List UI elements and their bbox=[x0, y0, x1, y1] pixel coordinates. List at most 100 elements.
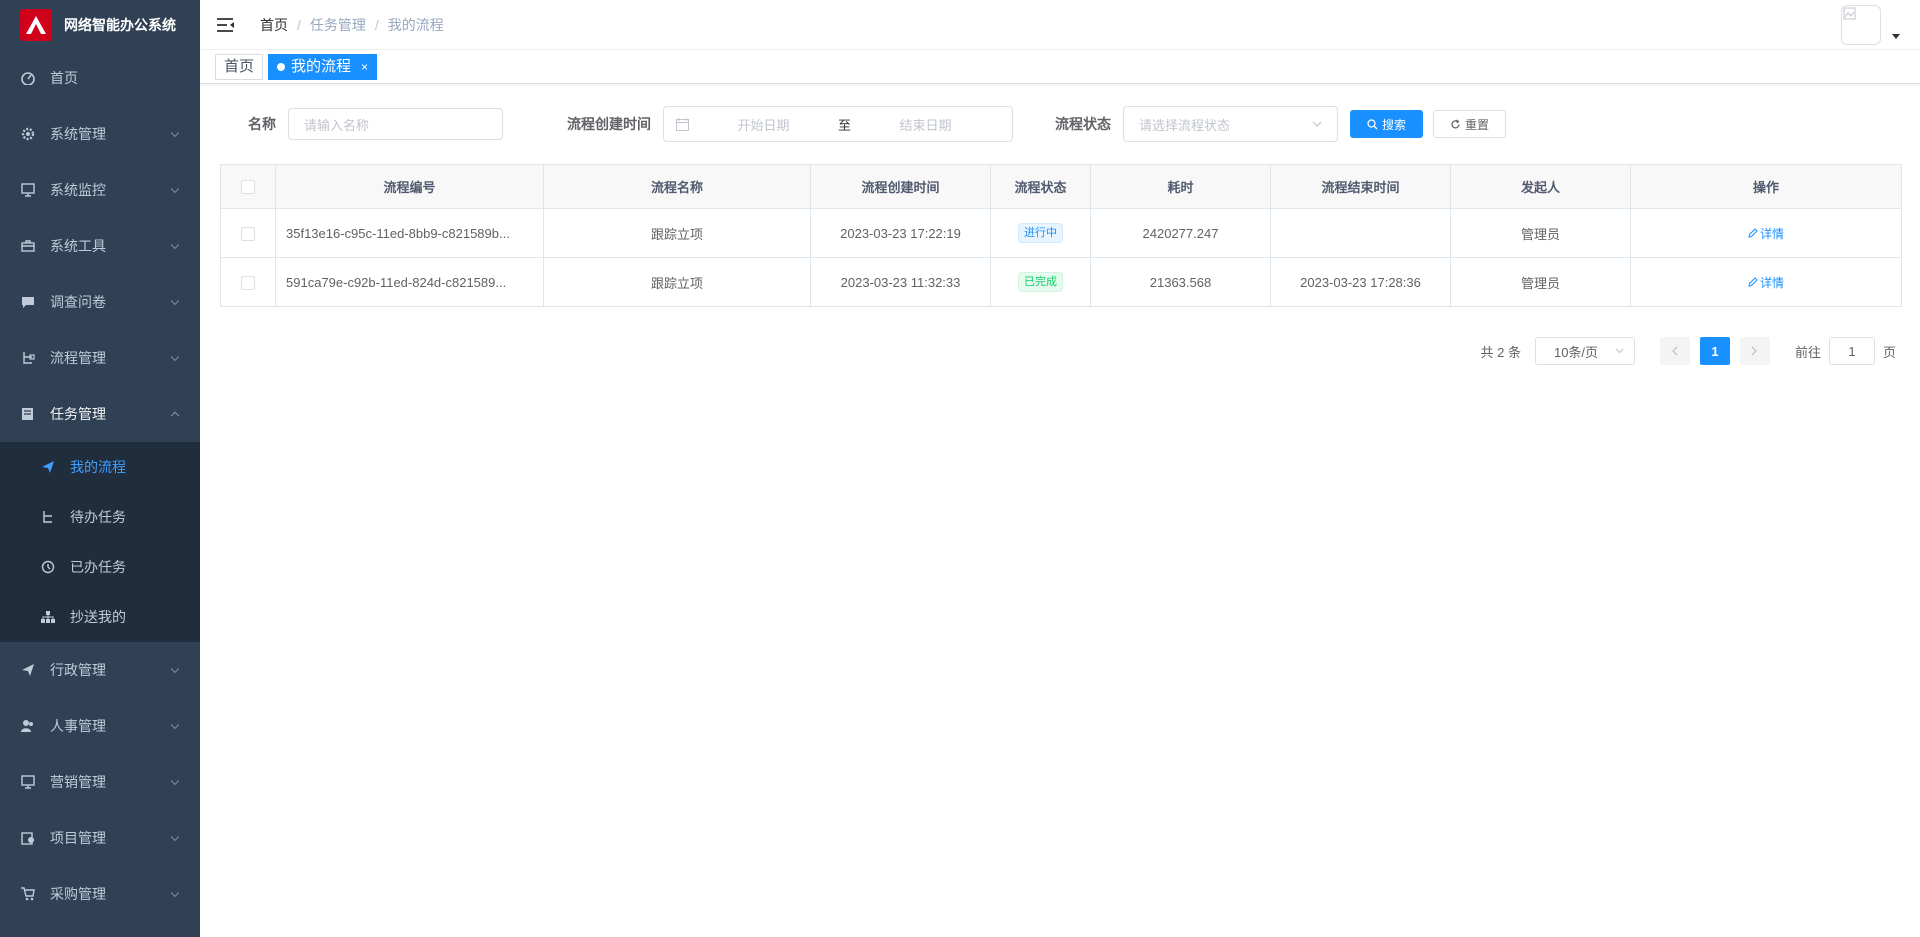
range-separator: 至 bbox=[837, 117, 851, 133]
sidebar: 网络智能办公系统 首页 系统管理 系统监控 系统工具 调查问卷 流程管理 任务管… bbox=[0, 0, 200, 937]
detail-button[interactable]: 详情 bbox=[1748, 225, 1784, 242]
reset-button[interactable]: 重置 bbox=[1433, 110, 1506, 138]
sidebar-item-label: 首页 bbox=[50, 70, 78, 86]
action-cell: 详情 bbox=[1630, 257, 1902, 307]
sidebar-item-label: 任务管理 bbox=[50, 406, 106, 422]
chevron-down-icon bbox=[170, 720, 180, 730]
date-range-picker[interactable]: 开始日期 至 结束日期 bbox=[663, 106, 1013, 142]
sidebar-item-todo-tasks[interactable]: 待办任务 bbox=[0, 492, 200, 542]
row-checkbox[interactable] bbox=[241, 226, 255, 241]
chevron-right-icon bbox=[1752, 346, 1758, 356]
search-button-label: 搜索 bbox=[1381, 117, 1406, 132]
goto-page-input[interactable]: 1 bbox=[1828, 337, 1875, 365]
tag-my-process[interactable]: 我的流程 × bbox=[268, 53, 378, 80]
detail-button-label: 详情 bbox=[1759, 275, 1784, 290]
chevron-left-icon bbox=[1672, 346, 1678, 356]
toolbox-icon bbox=[20, 238, 36, 254]
sidebar-item-system-monitor[interactable]: 系统监控 bbox=[0, 162, 200, 218]
app-logo-icon bbox=[20, 9, 52, 41]
status-cell: 进行中 bbox=[990, 208, 1091, 258]
row-checkbox-cell[interactable] bbox=[220, 257, 276, 307]
tree-icon bbox=[20, 350, 36, 366]
sidebar-item-system-tools[interactable]: 系统工具 bbox=[0, 218, 200, 274]
name-placeholder: 请输入名称 bbox=[304, 117, 370, 133]
hamburger-icon[interactable] bbox=[217, 17, 235, 33]
breadcrumb: 首页 / 任务管理 / 我的流程 bbox=[260, 15, 444, 35]
date-label: 流程创建时间 bbox=[567, 116, 651, 132]
people-icon bbox=[20, 718, 36, 734]
sidebar-item-purchase-management[interactable]: 采购管理 bbox=[0, 866, 200, 922]
name-input[interactable]: 请输入名称 bbox=[288, 108, 503, 140]
prev-page-button[interactable] bbox=[1659, 337, 1690, 365]
sidebar-item-home[interactable]: 首页 bbox=[0, 50, 200, 106]
select-all-checkbox[interactable] bbox=[241, 180, 255, 195]
status-select[interactable]: 请选择流程状态 bbox=[1123, 106, 1338, 142]
column-header: 操作 bbox=[1630, 164, 1902, 209]
sidebar-item-system-management[interactable]: 系统管理 bbox=[0, 106, 200, 162]
end-date-placeholder[interactable]: 结束日期 bbox=[851, 115, 1000, 134]
sidebar-item-label: 系统管理 bbox=[50, 126, 106, 142]
sidebar-item-label: 项目管理 bbox=[50, 830, 106, 846]
sidebar-item-label: 调查问卷 bbox=[50, 294, 106, 310]
paper-plane-icon bbox=[20, 662, 36, 678]
sidebar-item-my-process[interactable]: 我的流程 bbox=[0, 442, 200, 492]
tag-home[interactable]: 首页 bbox=[215, 53, 264, 80]
table-row[interactable]: 35f13e16-c95c-11ed-8bb9-c821589b... 跟踪立项… bbox=[220, 208, 1902, 258]
status-placeholder: 请选择流程状态 bbox=[1139, 117, 1231, 133]
sidebar-item-label: 系统工具 bbox=[50, 238, 106, 254]
search-form: 名称 请输入名称 流程创建时间 开始日期 至 结束日期 流程状态 请选择流程状态… bbox=[220, 106, 1900, 142]
sidebar-item-survey[interactable]: 调查问卷 bbox=[0, 274, 200, 330]
start-date-placeholder[interactable]: 开始日期 bbox=[689, 115, 838, 134]
tags-view: 首页 我的流程 × bbox=[200, 50, 1920, 84]
next-page-button[interactable] bbox=[1739, 337, 1770, 365]
task-submenu: 我的流程 待办任务 已办任务 抄送我的 bbox=[0, 442, 200, 642]
process-name-cell: 跟踪立项 bbox=[543, 208, 811, 258]
sidebar-item-label: 采购管理 bbox=[50, 886, 106, 902]
cart-icon bbox=[20, 886, 36, 902]
tag-label: 首页 bbox=[224, 57, 255, 75]
detail-button[interactable]: 详情 bbox=[1748, 274, 1784, 291]
page-number-1[interactable]: 1 bbox=[1699, 337, 1730, 365]
chevron-down-icon bbox=[170, 888, 180, 898]
chevron-down-icon bbox=[170, 664, 180, 674]
logo-area[interactable]: 网络智能办公系统 bbox=[0, 0, 200, 50]
breadcrumb-task-management: 任务管理 bbox=[309, 16, 366, 33]
monitor-icon bbox=[20, 182, 36, 198]
close-icon[interactable]: × bbox=[361, 55, 368, 79]
sidebar-item-marketing-management[interactable]: 营销管理 bbox=[0, 754, 200, 810]
chevron-down-icon bbox=[170, 296, 180, 306]
content: 名称 请输入名称 流程创建时间 开始日期 至 结束日期 流程状态 请选择流程状态… bbox=[200, 84, 1920, 385]
chevron-down-icon bbox=[170, 184, 180, 194]
process-table: 流程编号 流程名称 流程创建时间 流程状态 耗时 流程结束时间 发起人 操作 3… bbox=[220, 164, 1902, 307]
column-header: 流程状态 bbox=[990, 164, 1091, 209]
row-checkbox[interactable] bbox=[241, 275, 255, 290]
pagination: 共 2 条 10条/页 1 前往 1 页 bbox=[220, 337, 1901, 365]
sidebar-item-task-management[interactable]: 任务管理 bbox=[0, 386, 200, 442]
user-menu[interactable] bbox=[1841, 5, 1900, 45]
avatar[interactable] bbox=[1841, 5, 1881, 45]
chevron-down-icon bbox=[1615, 348, 1624, 354]
table-row[interactable]: 591ca79e-c92b-11ed-824d-c821589... 跟踪立项 … bbox=[220, 257, 1902, 307]
broken-image-icon bbox=[1843, 7, 1856, 20]
page-size-select[interactable]: 10条/页 bbox=[1534, 337, 1635, 365]
sidebar-item-cc-me[interactable]: 抄送我的 bbox=[0, 592, 200, 642]
edit-icon bbox=[1748, 228, 1758, 238]
process-id-cell: 591ca79e-c92b-11ed-824d-c821589... bbox=[275, 257, 544, 307]
table-header-row: 流程编号 流程名称 流程创建时间 流程状态 耗时 流程结束时间 发起人 操作 bbox=[220, 164, 1902, 209]
chevron-down-icon bbox=[1312, 121, 1322, 127]
sidebar-item-project-management[interactable]: 项目管理 bbox=[0, 810, 200, 866]
select-all-checkbox-cell[interactable] bbox=[220, 164, 276, 209]
search-button[interactable]: 搜索 bbox=[1350, 110, 1423, 138]
calendar-icon bbox=[676, 117, 689, 131]
sidebar-item-hr-management[interactable]: 人事管理 bbox=[0, 698, 200, 754]
breadcrumb-separator: / bbox=[374, 16, 379, 33]
duration-cell: 21363.568 bbox=[1090, 257, 1271, 307]
sidebar-item-admin-management[interactable]: 行政管理 bbox=[0, 642, 200, 698]
column-header: 流程名称 bbox=[543, 164, 811, 209]
breadcrumb-separator: / bbox=[297, 16, 301, 33]
row-checkbox-cell[interactable] bbox=[220, 208, 276, 258]
breadcrumb-home[interactable]: 首页 bbox=[260, 15, 288, 35]
sidebar-item-process-management[interactable]: 流程管理 bbox=[0, 330, 200, 386]
edit-icon bbox=[1748, 277, 1758, 287]
sidebar-item-done-tasks[interactable]: 已办任务 bbox=[0, 542, 200, 592]
